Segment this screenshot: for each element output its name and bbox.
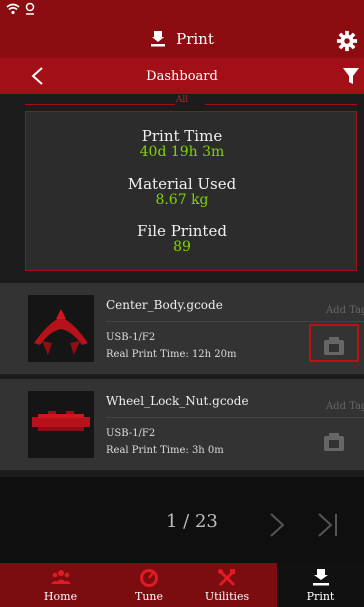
- dashboard-title: Dashboard: [146, 68, 218, 84]
- utilities-tools-icon: [218, 569, 236, 587]
- file-divider: [106, 417, 364, 418]
- bottom-navigation: Home Tune Utilities Print: [0, 563, 364, 607]
- material-value: 8.67 kg: [155, 192, 209, 208]
- file-card[interactable]: Center_Body.gcode Add Tag USB-1/F2 Real …: [0, 283, 364, 374]
- print-icon: [312, 569, 329, 586]
- nav-tune[interactable]: Tune: [121, 563, 177, 607]
- file-thumbnail: [28, 295, 94, 362]
- user-icon: [25, 2, 35, 15]
- file-name: Wheel_Lock_Nut.gcode: [106, 394, 249, 408]
- file-print-time: Real Print Time: 12h 20m: [106, 349, 237, 360]
- print-time-value: 40d 19h 3m: [139, 144, 225, 160]
- stat-files: File Printed 89: [0, 223, 364, 255]
- print-time-label: Print Time: [141, 127, 223, 145]
- files-label: File Printed: [137, 222, 227, 240]
- file-source: USB-1/F2: [106, 332, 156, 343]
- camera-icon[interactable]: [321, 333, 347, 359]
- tune-gauge-icon: [140, 569, 158, 587]
- page-title: Print: [150, 30, 214, 48]
- page-title-text: Print: [176, 30, 214, 48]
- home-people-icon: [50, 570, 71, 584]
- stats-legend: All: [175, 95, 189, 105]
- add-tag-link[interactable]: Add Tag: [326, 305, 364, 316]
- file-divider: [106, 321, 364, 322]
- nav-utilities[interactable]: Utilities: [177, 563, 277, 607]
- stat-material: Material Used 8.67 kg: [0, 176, 364, 208]
- back-arrow-icon[interactable]: [30, 66, 44, 86]
- camera-icon[interactable]: [321, 429, 347, 455]
- filter-icon[interactable]: [342, 66, 360, 86]
- nav-print[interactable]: Print: [277, 563, 364, 607]
- title-bar: Print: [0, 20, 364, 58]
- print-icon: [151, 31, 166, 47]
- model-preview-image: [34, 309, 88, 355]
- page-indicator: 1 / 23: [166, 511, 218, 532]
- last-page-icon[interactable]: [317, 512, 339, 538]
- file-source: USB-1/F2: [106, 428, 156, 439]
- next-page-icon[interactable]: [269, 512, 285, 538]
- status-bar: [0, 0, 364, 20]
- file-print-time: Real Print Time: 3h 0m: [106, 445, 224, 456]
- nav-print-label: Print: [306, 590, 335, 603]
- add-tag-link[interactable]: Add Tag: [326, 401, 364, 412]
- gear-icon[interactable]: [336, 30, 358, 52]
- wifi-icon: [6, 3, 20, 15]
- nav-tune-label: Tune: [134, 590, 163, 603]
- files-value: 89: [173, 239, 191, 255]
- nav-home-label: Home: [43, 590, 78, 603]
- dashboard-header: Dashboard: [0, 58, 364, 94]
- nav-home[interactable]: Home: [0, 563, 121, 607]
- model-preview-image: [32, 411, 90, 431]
- nav-utilities-label: Utilities: [204, 590, 250, 603]
- file-card[interactable]: Wheel_Lock_Nut.gcode Add Tag USB-1/F2 Re…: [0, 379, 364, 470]
- file-name: Center_Body.gcode: [106, 298, 223, 312]
- stat-print-time: Print Time 40d 19h 3m: [0, 128, 364, 160]
- material-label: Material Used: [127, 175, 237, 193]
- file-thumbnail: [28, 391, 94, 458]
